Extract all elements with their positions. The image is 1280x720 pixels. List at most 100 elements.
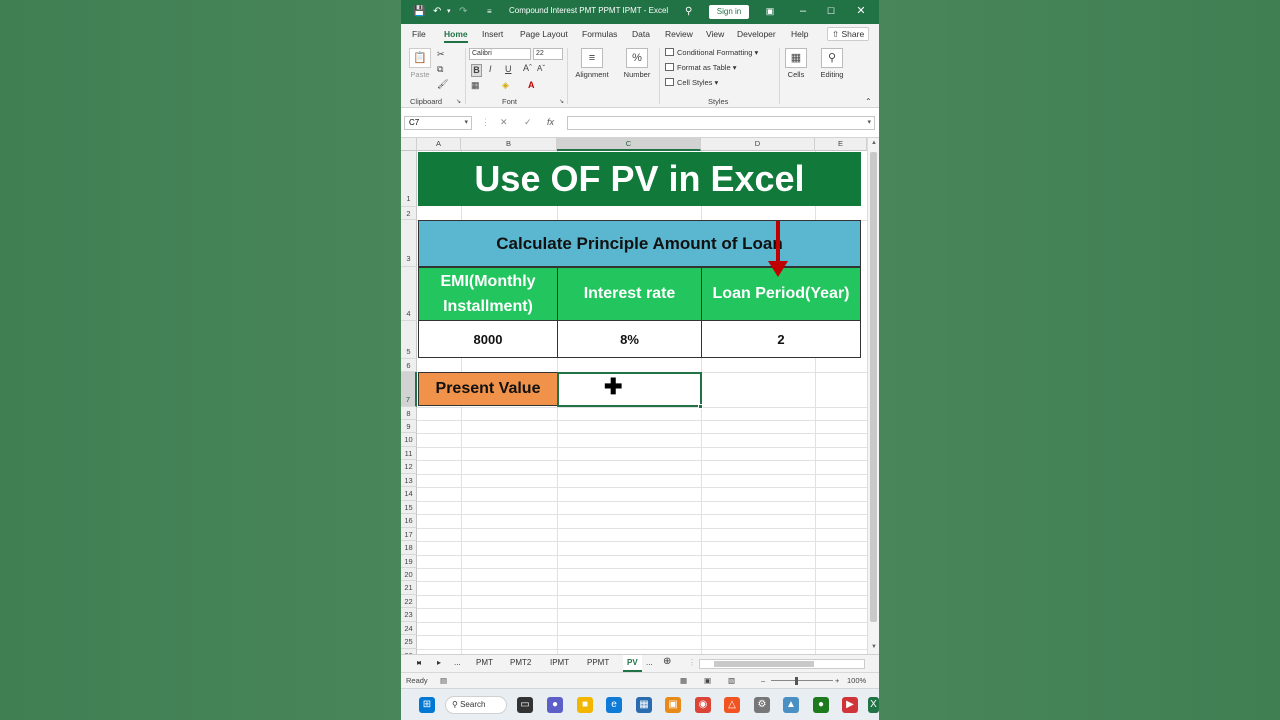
store-icon[interactable]: ▦ [636, 697, 652, 713]
sign-in-button[interactable]: Sign in [709, 5, 749, 19]
normal-view-icon[interactable]: ▦ [680, 676, 687, 685]
value-emi[interactable]: 8000 [418, 320, 558, 358]
row-header[interactable]: 25 [401, 635, 417, 649]
horizontal-scrollbar[interactable] [699, 659, 865, 669]
tab-page-layout[interactable]: Page Layout [520, 29, 568, 39]
sheet-tab-ipmt[interactable]: IPMT [550, 658, 569, 667]
row-header[interactable]: 10 [401, 433, 417, 447]
settings-icon[interactable]: ⚙ [754, 697, 770, 713]
horizontal-scroll-thumb[interactable] [714, 661, 814, 667]
italic-button[interactable]: I [489, 64, 492, 75]
page-layout-view-icon[interactable]: ▣ [704, 676, 711, 685]
value-interest-rate[interactable]: 8% [557, 320, 702, 358]
image-viewer-icon[interactable]: ▲ [783, 697, 799, 713]
cell-styles-button[interactable]: Cell Styles ▾ [665, 78, 718, 87]
row-header[interactable]: 16 [401, 514, 417, 528]
font-name-box[interactable]: Calibri [469, 48, 531, 60]
ribbon-display-icon[interactable]: ▣ [763, 4, 777, 18]
cut-icon[interactable]: ✂ [437, 49, 445, 60]
excel-icon[interactable]: X [868, 697, 879, 713]
row-header[interactable]: 2 [401, 207, 417, 220]
present-value-cell[interactable] [557, 372, 702, 407]
tab-home[interactable]: Home [444, 29, 468, 43]
insert-function-button[interactable]: fx [547, 117, 554, 127]
save-icon[interactable]: 💾 [413, 5, 425, 19]
column-header-c[interactable]: C [557, 138, 701, 151]
conditional-formatting-button[interactable]: Conditional Formatting ▾ [665, 48, 758, 57]
underline-button[interactable]: U [505, 64, 512, 75]
decrease-font-icon[interactable]: Aˇ [537, 63, 545, 74]
maximize-icon[interactable]: ☐ [824, 4, 838, 18]
alignment-button[interactable]: ≡ Alignment [572, 48, 612, 79]
font-size-box[interactable]: 22 [533, 48, 563, 60]
row-header[interactable]: 6 [401, 359, 417, 372]
vertical-scrollbar[interactable]: ▲ ▼ [867, 138, 879, 654]
undo-dropdown-icon[interactable]: ▾ [447, 5, 451, 19]
file-explorer-icon[interactable]: ■ [577, 697, 593, 713]
taskbar-search[interactable]: ⚲ Search [445, 696, 507, 714]
add-sheet-icon[interactable]: ⊕ [663, 656, 671, 667]
row-header[interactable]: 24 [401, 622, 417, 635]
borders-icon[interactable]: ▦ [471, 80, 480, 91]
format-painter-icon[interactable]: 🖌 [437, 79, 448, 90]
worksheet-grid[interactable]: A B C D E 1 2 3 4 5 6 7 8 9 10 11 12 13 … [401, 138, 879, 654]
task-view-icon[interactable]: ▭ [517, 697, 533, 713]
formula-input[interactable]: ▾ [567, 116, 875, 130]
more-tabs-left[interactable]: ... [454, 658, 461, 667]
sheet-tab-ppmt[interactable]: PPMT [587, 658, 609, 667]
sheet-tab-pv[interactable]: PV [623, 655, 642, 672]
scroll-down-icon[interactable]: ▼ [871, 644, 877, 650]
sheet-subtitle[interactable]: Calculate Principle Amount of Loan [418, 220, 861, 267]
row-header[interactable]: 13 [401, 474, 417, 487]
search-icon[interactable]: ⚲ [685, 5, 692, 19]
row-header[interactable]: 18 [401, 541, 417, 555]
row-header[interactable]: 3 [401, 220, 417, 267]
more-tabs-right[interactable]: ... [646, 658, 653, 667]
font-launcher-icon[interactable]: ↘ [559, 97, 564, 108]
paste-button[interactable]: 📋 Paste [408, 48, 432, 79]
minimize-icon[interactable]: – [796, 4, 810, 18]
enter-icon[interactable]: ✓ [524, 117, 532, 128]
cancel-icon[interactable]: ✕ [500, 117, 508, 128]
tab-review[interactable]: Review [665, 29, 693, 39]
tab-insert[interactable]: Insert [482, 29, 503, 39]
row-header[interactable]: 7 [401, 372, 417, 407]
row-header[interactable]: 21 [401, 581, 417, 595]
powerpoint-icon[interactable]: ▶ [842, 697, 858, 713]
chrome-icon[interactable]: ◉ [695, 697, 711, 713]
font-color-icon[interactable]: A [528, 80, 535, 91]
row-header[interactable]: 17 [401, 528, 417, 541]
photos-icon[interactable]: ▣ [665, 697, 681, 713]
zoom-in-icon[interactable]: + [835, 676, 839, 685]
row-header[interactable]: 14 [401, 487, 417, 501]
row-header[interactable]: 12 [401, 460, 417, 474]
row-header[interactable]: 15 [401, 501, 417, 514]
tab-data[interactable]: Data [632, 29, 650, 39]
brave-icon[interactable]: △ [724, 697, 740, 713]
accessibility-icon[interactable]: ▤ [440, 676, 447, 685]
tab-splitter-icon[interactable]: ⋮ [688, 658, 696, 667]
row-header[interactable]: 19 [401, 555, 417, 568]
scroll-up-icon[interactable]: ▲ [871, 140, 877, 146]
row-header[interactable]: 23 [401, 608, 417, 622]
close-icon[interactable]: ✕ [854, 4, 868, 18]
value-loan-period[interactable]: 2 [701, 320, 861, 358]
share-button[interactable]: ⇧ Share [827, 27, 870, 41]
start-icon[interactable]: ⊞ [419, 697, 435, 713]
edge-icon[interactable]: e [606, 697, 622, 713]
tab-formulas[interactable]: Formulas [582, 29, 617, 39]
increase-font-icon[interactable]: Aˆ [523, 63, 532, 74]
header-interest-rate[interactable]: Interest rate [557, 267, 702, 321]
number-button[interactable]: % Number [619, 48, 655, 79]
tab-developer[interactable]: Developer [737, 29, 776, 39]
undo-icon[interactable]: ↶ [433, 5, 441, 19]
tab-file[interactable]: File [412, 29, 426, 39]
row-header[interactable]: 8 [401, 407, 417, 420]
tab-help[interactable]: Help [791, 29, 808, 39]
zoom-level[interactable]: 100% [847, 676, 866, 685]
page-break-view-icon[interactable]: ▧ [728, 676, 735, 685]
zoom-slider[interactable] [771, 680, 833, 681]
tab-nav-next-icon[interactable]: ▸ [437, 658, 441, 667]
tab-nav-prev-icon[interactable]: ▸ [417, 658, 421, 667]
row-header[interactable]: 20 [401, 568, 417, 581]
